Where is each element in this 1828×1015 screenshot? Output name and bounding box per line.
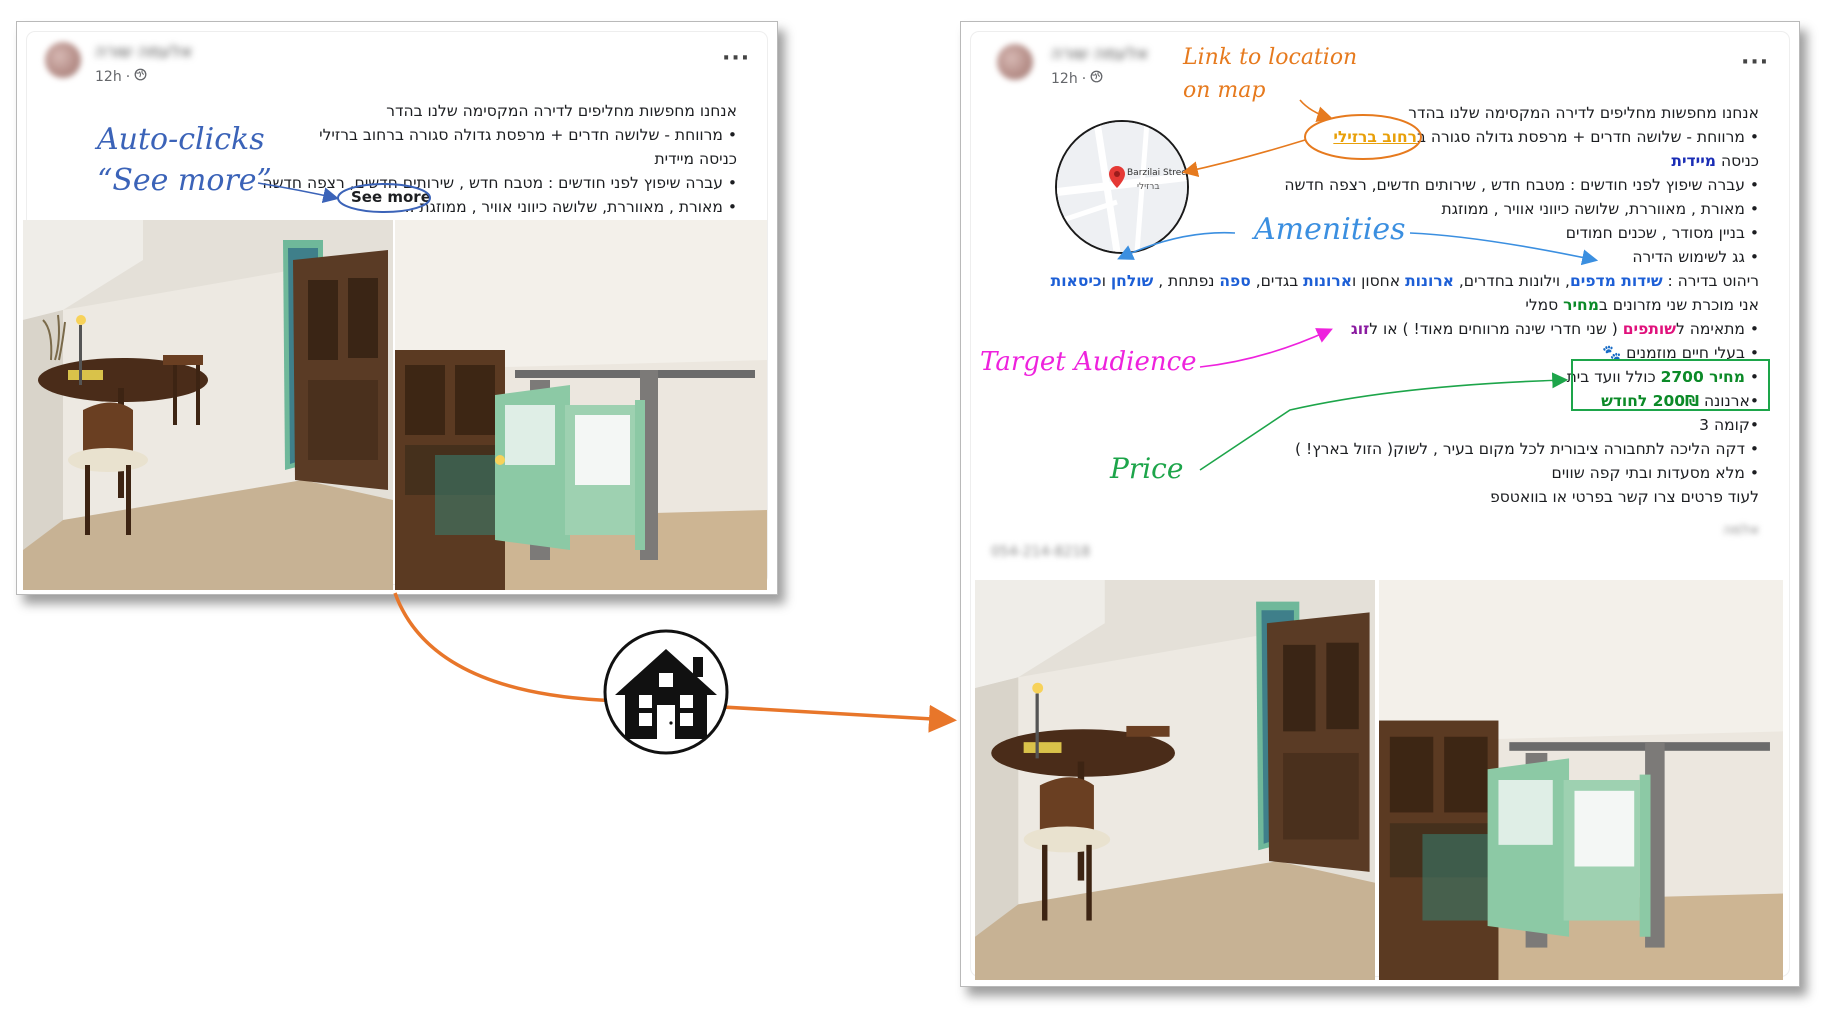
annotation-overlay	[257, 99, 1599, 733]
link-location-arrow	[1299, 99, 1334, 122]
price-arrow	[1199, 372, 1569, 471]
house-icon	[603, 629, 729, 755]
see-more-highlight	[337, 183, 431, 213]
street-highlight	[1304, 114, 1422, 160]
auto-clicks-label-1: Auto-clicks	[97, 122, 265, 157]
price-label: Price	[1110, 452, 1184, 485]
link-location-label-2: on map	[1183, 78, 1266, 103]
auto-clicks-label-2: “See more”	[97, 163, 272, 198]
amenities-arrow-left	[1117, 231, 1236, 260]
link-location-label-1: Link to location	[1183, 45, 1358, 70]
amenities-label: Amenities	[1254, 212, 1406, 247]
target-audience-label: Target Audience	[980, 347, 1197, 377]
map-link-arrow	[1181, 139, 1306, 178]
target-audience-arrow	[1199, 328, 1333, 368]
amenities-arrow-right	[1409, 232, 1599, 266]
